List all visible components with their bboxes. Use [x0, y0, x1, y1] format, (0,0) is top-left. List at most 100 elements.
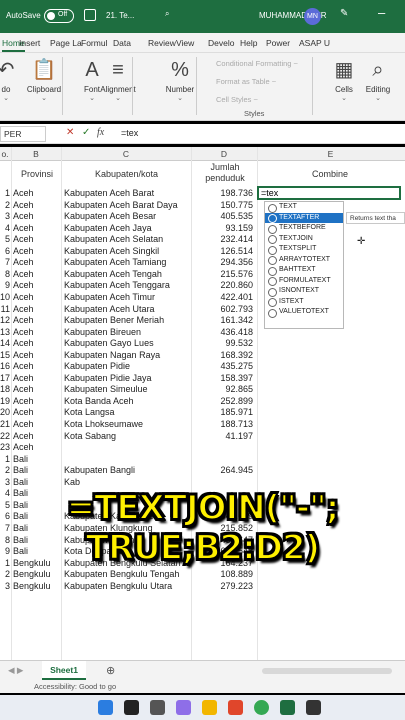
row-number-cell[interactable]: 12: [0, 315, 10, 325]
kabupaten-cell[interactable]: Kabupaten Aceh Tengah: [64, 269, 162, 279]
row-number-cell[interactable]: 11: [0, 304, 10, 314]
header-combine[interactable]: Combine: [260, 169, 400, 179]
jumlah-cell[interactable]: 252.899: [220, 396, 253, 406]
jumlah-cell[interactable]: 92.865: [225, 384, 253, 394]
tab-asapu[interactable]: ASAP U: [299, 38, 330, 48]
provinsi-cell[interactable]: Aceh: [13, 246, 34, 256]
autocomplete-item[interactable]: ISNONTEXT: [265, 286, 343, 297]
jumlah-cell[interactable]: 602.793: [220, 304, 253, 314]
autocomplete-item[interactable]: TEXTBEFORE: [265, 223, 343, 234]
row-number-cell[interactable]: 2: [0, 465, 10, 475]
autocomplete-item[interactable]: TEXTAFTER: [265, 212, 343, 223]
name-box[interactable]: PER: [0, 126, 46, 142]
provinsi-cell[interactable]: Aceh: [13, 338, 34, 348]
row-number-cell[interactable]: 14: [0, 338, 10, 348]
provinsi-cell[interactable]: Aceh: [13, 234, 34, 244]
provinsi-cell[interactable]: Aceh: [13, 200, 34, 210]
autocomplete-item[interactable]: VALUETOTEXT: [265, 307, 343, 318]
autocomplete-item[interactable]: ISTEXT: [265, 297, 343, 308]
pen-icon[interactable]: ✎: [340, 8, 348, 19]
provinsi-cell[interactable]: Aceh: [13, 223, 34, 233]
kabupaten-cell[interactable]: Kab: [64, 477, 80, 487]
jumlah-cell[interactable]: 198.736: [220, 188, 253, 198]
row-number-cell[interactable]: 20: [0, 407, 10, 417]
row-number-cell[interactable]: 21: [0, 419, 10, 429]
autocomplete-item[interactable]: TEXT: [265, 202, 343, 213]
row-number-cell[interactable]: 17: [0, 373, 10, 383]
start-icon[interactable]: [98, 700, 113, 715]
conditional-formatting-button[interactable]: Conditional Formatting ~: [216, 59, 298, 68]
jumlah-cell[interactable]: 220.860: [220, 280, 253, 290]
row-number-cell[interactable]: 7: [0, 257, 10, 267]
horizontal-scrollbar[interactable]: [262, 668, 392, 674]
task-view-icon[interactable]: [150, 700, 165, 715]
autocomplete-item[interactable]: FORMULATEXT: [265, 276, 343, 287]
kabupaten-cell[interactable]: Kabupaten Aceh Barat: [64, 188, 154, 198]
tab-view[interactable]: View: [176, 38, 194, 48]
kabupaten-cell[interactable]: Kabupaten Bener Meriah: [64, 315, 164, 325]
header-provinsi[interactable]: Provinsi: [14, 169, 60, 179]
spreadsheet-grid[interactable]: o. B C D E Provinsi Kabupaten/kota Jumla…: [0, 147, 405, 660]
kabupaten-cell[interactable]: Kota Langsa: [64, 407, 115, 417]
accessibility-status[interactable]: Accessibility: Good to go: [34, 682, 116, 691]
row-number-cell[interactable]: 1: [0, 188, 10, 198]
kabupaten-cell[interactable]: Kabupaten Aceh Jaya: [64, 223, 152, 233]
kabupaten-cell[interactable]: Kabupaten Nagan Raya: [64, 350, 160, 360]
kabupaten-cell[interactable]: Kabupaten Bangli: [64, 465, 135, 475]
provinsi-cell[interactable]: Bali: [13, 454, 28, 464]
jumlah-cell[interactable]: 422.401: [220, 292, 253, 302]
tab-formul[interactable]: Formul: [81, 38, 107, 48]
teams-icon[interactable]: [176, 700, 191, 715]
provinsi-cell[interactable]: Aceh: [13, 396, 34, 406]
column-header-b[interactable]: B: [12, 149, 60, 159]
jumlah-cell[interactable]: 279.223: [220, 581, 253, 591]
kabupaten-cell[interactable]: Kabupaten Bireuen: [64, 327, 141, 337]
kabupaten-cell[interactable]: Kabupaten Aceh Selatan: [64, 234, 163, 244]
row-number-cell[interactable]: 22: [0, 431, 10, 441]
row-number-cell[interactable]: 18: [0, 384, 10, 394]
jumlah-cell[interactable]: 215.576: [220, 269, 253, 279]
provinsi-cell[interactable]: Aceh: [13, 350, 34, 360]
sheet-nav-icon[interactable]: ◀ ▶: [8, 665, 23, 676]
avatar[interactable]: MN: [304, 8, 321, 25]
autosave-toggle[interactable]: Off: [44, 9, 74, 23]
jumlah-cell[interactable]: 232.414: [220, 234, 253, 244]
provinsi-cell[interactable]: Aceh: [13, 188, 34, 198]
editing-group[interactable]: ⌕ Editing ⌄: [356, 57, 400, 102]
jumlah-cell[interactable]: 99.532: [225, 338, 253, 348]
row-number-cell[interactable]: 6: [0, 246, 10, 256]
row-number-cell[interactable]: 23: [0, 442, 10, 452]
provinsi-cell[interactable]: Aceh: [13, 361, 34, 371]
provinsi-cell[interactable]: Aceh: [13, 315, 34, 325]
format-as-table-button[interactable]: Format as Table ~: [216, 77, 276, 86]
row-number-cell[interactable]: 9: [0, 280, 10, 290]
minimize-icon[interactable]: –: [378, 5, 385, 20]
provinsi-cell[interactable]: Aceh: [13, 280, 34, 290]
chevron-down-icon[interactable]: ⌄: [22, 94, 66, 102]
provinsi-cell[interactable]: Aceh: [13, 304, 34, 314]
row-number-cell[interactable]: 2: [0, 200, 10, 210]
column-header-a[interactable]: o.: [0, 149, 10, 159]
jumlah-cell[interactable]: 264.945: [220, 465, 253, 475]
jumlah-cell[interactable]: 294.356: [220, 257, 253, 267]
chevron-down-icon[interactable]: ⌄: [96, 94, 140, 102]
row-number-cell[interactable]: 4: [0, 223, 10, 233]
provinsi-cell[interactable]: Bengkulu: [13, 581, 51, 591]
clipboard-group[interactable]: 📋 Clipboard ⌄: [22, 57, 66, 102]
alignment-group[interactable]: ≡ Alignment ⌄: [96, 57, 140, 102]
kabupaten-cell[interactable]: Kabupaten Bengkulu Tengah: [64, 569, 179, 579]
provinsi-cell[interactable]: Bengkulu: [13, 569, 51, 579]
jumlah-cell[interactable]: 161.342: [220, 315, 253, 325]
excel-icon[interactable]: [280, 700, 295, 715]
kabupaten-cell[interactable]: Kabupaten Aceh Tamiang: [64, 257, 166, 267]
sheet-tab[interactable]: Sheet1: [42, 661, 86, 680]
kabupaten-cell[interactable]: Kabupaten Simeulue: [64, 384, 148, 394]
provinsi-cell[interactable]: Bali: [13, 477, 28, 487]
do-group[interactable]: ↶ do ⌄: [0, 57, 18, 102]
provinsi-cell[interactable]: Aceh: [13, 407, 34, 417]
row-number-cell[interactable]: 16: [0, 361, 10, 371]
jumlah-cell[interactable]: 108.889: [220, 569, 253, 579]
kabupaten-cell[interactable]: Kabupaten Gayo Lues: [64, 338, 154, 348]
jumlah-cell[interactable]: 158.397: [220, 373, 253, 383]
provinsi-cell[interactable]: Aceh: [13, 442, 34, 452]
